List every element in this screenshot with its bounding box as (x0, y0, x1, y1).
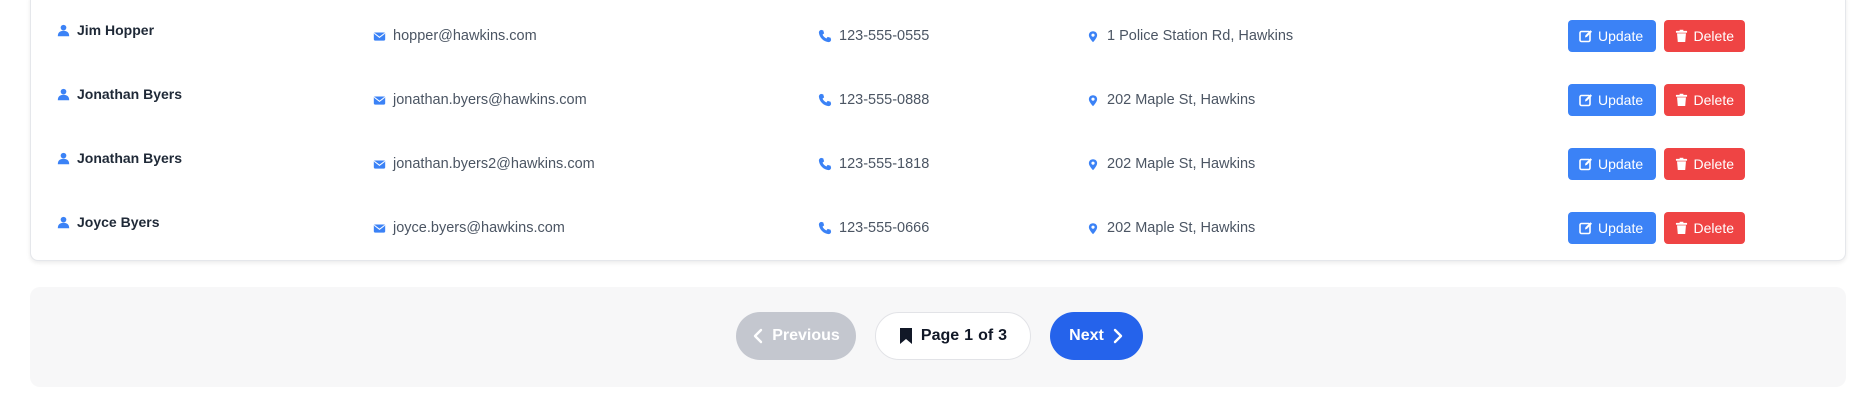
contact-email: joyce.byers@hawkins.com (393, 220, 565, 236)
delete-button[interactable]: Delete (1664, 20, 1745, 52)
trash-icon (1675, 93, 1689, 107)
update-label: Update (1598, 28, 1644, 44)
table-row: Jonathan Byers jonathan.byers2@hawkins.co… (31, 137, 1845, 201)
envelope-icon (371, 92, 387, 108)
contact-phone-cell: 123-555-0888 (817, 90, 929, 110)
update-label: Update (1598, 220, 1644, 236)
page-indicator: Page 1 of 3 (875, 312, 1031, 360)
delete-label: Delete (1693, 28, 1734, 44)
edit-icon (1579, 157, 1593, 171)
map-marker-icon (1085, 220, 1101, 236)
phone-icon (817, 28, 833, 44)
update-button[interactable]: Update (1568, 212, 1656, 244)
delete-label: Delete (1693, 92, 1734, 108)
user-icon (55, 150, 71, 166)
delete-button[interactable]: Delete (1664, 212, 1745, 244)
contact-name: Jonathan Byers (77, 150, 183, 166)
table-row: Joyce Byers joyce.byers@hawkins.com 123-55… (31, 201, 1845, 265)
contact-email-cell: hopper@hawkins.com (371, 26, 537, 46)
pagination-controls: Previous Page 1 of 3 Next (30, 312, 1846, 362)
row-actions: Update Delete (1568, 20, 1745, 52)
table-row: Jim Hopper hopper@hawkins.com 123-555-0555… (31, 9, 1845, 73)
contact-name-cell: Jonathan Byers (55, 148, 182, 168)
user-icon (55, 22, 71, 38)
table-row: Jonathan Byers jonathan.byers@hawkins.com… (31, 73, 1845, 137)
delete-button[interactable]: Delete (1664, 84, 1745, 116)
current-page: 1 (964, 327, 974, 344)
bookmark-icon (899, 327, 913, 345)
delete-label: Delete (1693, 220, 1734, 236)
contact-email: jonathan.byers2@hawkins.com (393, 156, 595, 172)
edit-icon (1579, 93, 1593, 107)
row-actions: Update Delete (1568, 212, 1745, 244)
phone-icon (817, 220, 833, 236)
contact-phone-cell: 123-555-0555 (817, 26, 929, 46)
contact-address-cell: 202 Maple St, Hawkins (1085, 90, 1255, 110)
update-label: Update (1598, 92, 1644, 108)
trash-icon (1675, 29, 1689, 43)
map-marker-icon (1085, 92, 1101, 108)
map-marker-icon (1085, 156, 1101, 172)
contact-name: Jim Hopper (77, 22, 155, 38)
update-label: Update (1598, 156, 1644, 172)
edit-icon (1579, 221, 1593, 235)
update-button[interactable]: Update (1568, 148, 1656, 180)
contact-address: 202 Maple St, Hawkins (1107, 156, 1256, 172)
previous-button[interactable]: Previous (736, 312, 856, 360)
contact-email-cell: jonathan.byers2@hawkins.com (371, 154, 595, 174)
of-word: of (978, 327, 994, 344)
edit-icon (1579, 29, 1593, 43)
contact-address: 202 Maple St, Hawkins (1107, 92, 1256, 108)
chevron-right-icon (1112, 328, 1124, 344)
phone-icon (817, 92, 833, 108)
update-button[interactable]: Update (1568, 84, 1656, 116)
row-actions: Update Delete (1568, 84, 1745, 116)
delete-label: Delete (1693, 156, 1734, 172)
trash-icon (1675, 157, 1689, 171)
trash-icon (1675, 221, 1689, 235)
contact-phone: 123-555-0888 (839, 92, 930, 108)
contact-phone: 123-555-0555 (839, 28, 930, 44)
contact-email-cell: joyce.byers@hawkins.com (371, 218, 565, 238)
total-pages: 3 (998, 327, 1008, 344)
next-button[interactable]: Next (1050, 312, 1143, 360)
pagination-bar: Previous Page 1 of 3 Next (30, 287, 1846, 387)
contact-phone: 123-555-1818 (839, 156, 930, 172)
map-marker-icon (1085, 28, 1101, 44)
contact-address-cell: 202 Maple St, Hawkins (1085, 218, 1255, 238)
contact-email-cell: jonathan.byers@hawkins.com (371, 90, 587, 110)
page-word: Page (920, 327, 960, 344)
envelope-icon (371, 28, 387, 44)
contact-name: Joyce Byers (77, 214, 160, 230)
delete-button[interactable]: Delete (1664, 148, 1745, 180)
contact-address-cell: 1 Police Station Rd, Hawkins (1085, 26, 1293, 46)
user-icon (55, 214, 71, 230)
contact-name: Jonathan Byers (77, 86, 183, 102)
next-label: Next (1069, 327, 1104, 344)
envelope-icon (371, 220, 387, 236)
contact-name-cell: Joyce Byers (55, 212, 160, 232)
phone-icon (817, 156, 833, 172)
row-actions: Update Delete (1568, 148, 1745, 180)
contacts-table: Jim Hopper hopper@hawkins.com 123-555-0555… (30, 0, 1846, 261)
envelope-icon (371, 156, 387, 172)
contact-phone: 123-555-0666 (839, 220, 930, 236)
contact-email: hopper@hawkins.com (393, 28, 537, 44)
contact-address: 1 Police Station Rd, Hawkins (1107, 28, 1294, 44)
update-button[interactable]: Update (1568, 20, 1656, 52)
contact-phone-cell: 123-555-1818 (817, 154, 929, 174)
contact-address-cell: 202 Maple St, Hawkins (1085, 154, 1255, 174)
contact-name-cell: Jonathan Byers (55, 84, 182, 104)
contact-name-cell: Jim Hopper (55, 20, 154, 40)
previous-label: Previous (772, 327, 840, 344)
contact-phone-cell: 123-555-0666 (817, 218, 929, 238)
user-icon (55, 86, 71, 102)
contact-address: 202 Maple St, Hawkins (1107, 220, 1256, 236)
contact-email: jonathan.byers@hawkins.com (393, 92, 587, 108)
chevron-left-icon (752, 328, 764, 344)
